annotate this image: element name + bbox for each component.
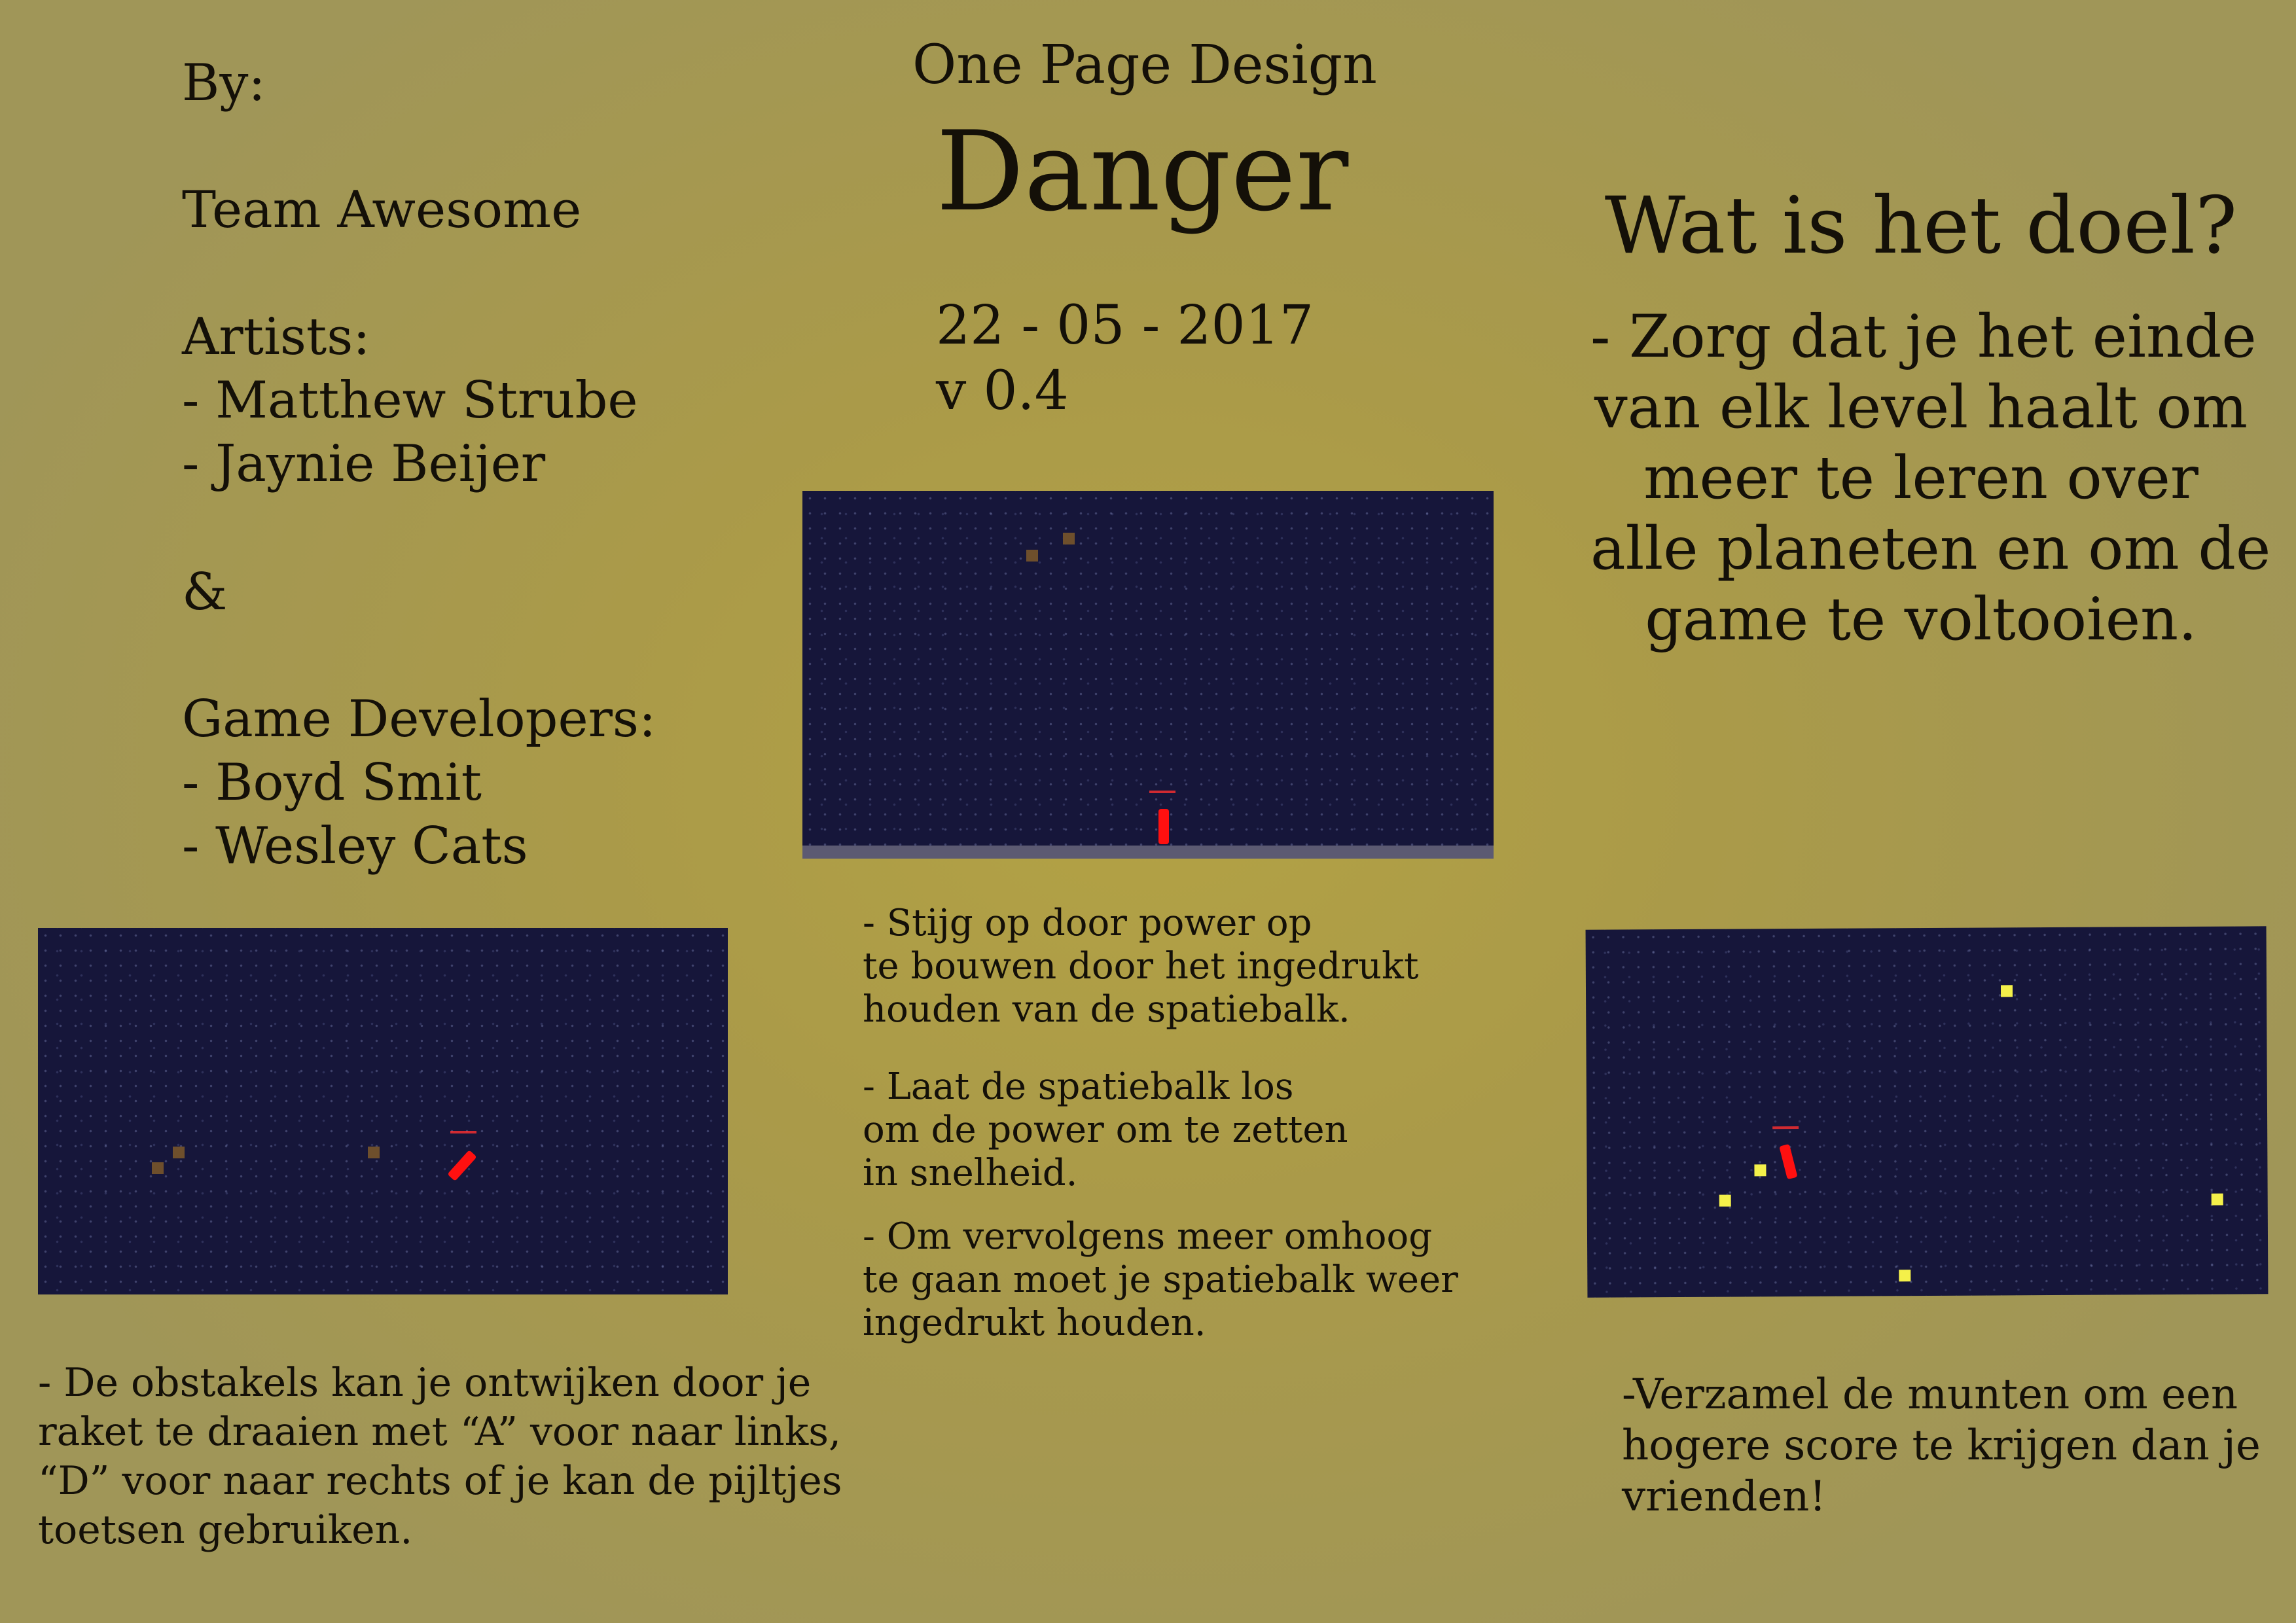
obstacle-rock — [368, 1147, 380, 1158]
date-text: 22 - 05 - 2017 — [936, 294, 1314, 357]
by-label: By: — [182, 54, 266, 113]
instruction-line: te gaan moet je spatiebalk weer — [863, 1258, 1458, 1301]
artists-label: Artists: — [182, 308, 370, 366]
obstacle-rock — [1026, 550, 1038, 562]
rocket — [447, 1150, 477, 1181]
instruction-line: - De obstakels kan je ontwijken door je — [38, 1360, 812, 1406]
devs-label: Game Developers: — [182, 690, 656, 749]
dev-name: - Wesley Cats — [182, 817, 528, 876]
power-label — [450, 1131, 476, 1133]
coin — [1754, 1164, 1767, 1177]
instruction-line: “D” voor naar rechts of je kan de pijltj… — [38, 1458, 842, 1504]
instruction-line: houden van de spatiebalk. — [863, 988, 1350, 1031]
goal-line: - Zorg dat je het einde — [1590, 302, 2257, 371]
goal-line: meer te leren over — [1643, 444, 2198, 512]
obstacle-rock — [152, 1162, 164, 1174]
page-title: Danger — [936, 107, 1349, 236]
instruction-line: ingedrukt houden. — [863, 1302, 1206, 1344]
coin — [2000, 985, 2013, 997]
instruction-line: - Laat de spatiebalk los — [863, 1065, 1294, 1108]
dev-name: - Boyd Smit — [182, 753, 482, 812]
ampersand: & — [182, 563, 228, 622]
obstacle-rock — [1063, 533, 1075, 544]
instruction-line: te bouwen door het ingedrukt — [863, 945, 1419, 988]
instruction-line: vrienden! — [1622, 1472, 1827, 1521]
obstacle-rock — [173, 1147, 185, 1158]
coin — [2211, 1193, 2223, 1205]
coin — [1719, 1194, 1731, 1207]
launch-ground — [802, 846, 1494, 859]
instruction-line: raket te draaien met “A” voor naar links… — [38, 1409, 842, 1455]
rocket — [1779, 1143, 1798, 1180]
artist-name: - Matthew Strube — [182, 371, 638, 430]
goal-line: alle planeten en om de — [1590, 514, 2271, 583]
instruction-line: om de power om te zetten — [863, 1109, 1348, 1151]
instruction-line: - Stijg op door power op — [863, 902, 1312, 944]
power-label — [1149, 791, 1175, 793]
game-screenshot-launch — [802, 491, 1494, 859]
team-name: Team Awesome — [182, 181, 582, 240]
game-screenshot-coins — [1585, 926, 2269, 1298]
version-text: v 0.4 — [936, 360, 1069, 422]
goal-line: van elk level haalt om — [1594, 373, 2248, 442]
document-subtitle: One Page Design — [912, 34, 1377, 96]
coin — [1899, 1270, 1911, 1282]
instruction-line: toetsen gebruiken. — [38, 1507, 413, 1553]
power-label — [1772, 1126, 1799, 1130]
instruction-line: hogere score te krijgen dan je — [1622, 1421, 2261, 1470]
artist-name: - Jaynie Beijer — [182, 435, 546, 493]
game-screenshot-obstacles — [38, 928, 728, 1294]
rocket — [1158, 809, 1169, 844]
instruction-line: in snelheid. — [863, 1152, 1078, 1194]
instruction-line: - Om vervolgens meer omhoog — [863, 1215, 1433, 1258]
goal-line: game te voltooien. — [1645, 585, 2197, 654]
goal-heading: Wat is het doel? — [1604, 181, 2238, 272]
instruction-line: -Verzamel de munten om een — [1622, 1370, 2238, 1419]
